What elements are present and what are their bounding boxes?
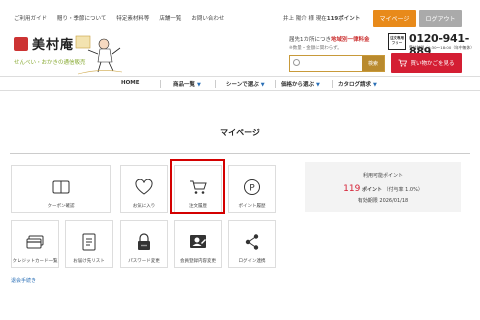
tile-login-link[interactable]: ログイン連携 xyxy=(228,220,276,268)
order-history-highlight xyxy=(170,159,225,214)
tel-hours: 受付時間／9:30～18:00（年中無休） xyxy=(409,45,475,50)
tile-login-link-label: ログイン連携 xyxy=(238,259,266,264)
chevron-down-icon: ▼ xyxy=(373,82,377,88)
link-gift[interactable]: 贈り・季節について xyxy=(57,14,106,22)
points-coin-icon: P xyxy=(243,178,261,196)
shipping-highlight: 地域別一律料金 xyxy=(331,37,370,43)
tile-card-list[interactable]: クレジットカード一覧 xyxy=(11,220,59,268)
tile-coupon-label: クーポン確認 xyxy=(47,204,75,209)
tile-favorites-label: お気に入り xyxy=(132,204,156,209)
top-utility-bar: ご利用ガイド 贈り・季節について 特定素材料等 店舗一覧 お問い合わせ 井上 陽… xyxy=(0,0,480,34)
svg-text:P: P xyxy=(249,184,255,194)
nav-price[interactable]: 価格から選ぶ ▼ xyxy=(281,80,320,88)
title-divider xyxy=(10,153,470,154)
nav-products[interactable]: 商品一覧 ▼ xyxy=(173,80,201,88)
tile-point-history-label: ポイント履歴 xyxy=(238,204,266,209)
cart-icon xyxy=(398,59,408,67)
nav-products-label: 商品一覧 xyxy=(173,82,196,88)
tile-member-info-label: 会員登録内容変更 xyxy=(180,259,216,264)
points-value: 119 xyxy=(343,184,361,194)
book-icon xyxy=(52,178,70,196)
heart-icon xyxy=(135,178,153,196)
tile-address-list-label: お届け先リスト xyxy=(73,259,105,264)
cart-button-label: 買い物かごを見る xyxy=(410,61,455,67)
nav-home-label: HOME xyxy=(121,80,140,86)
tel-badge-line2: フリー xyxy=(391,41,403,45)
user-edit-icon xyxy=(189,233,207,251)
nav-divider xyxy=(160,80,161,88)
chevron-down-icon: ▼ xyxy=(260,82,265,88)
svg-text:***: *** xyxy=(141,244,147,249)
nav-divider xyxy=(215,80,216,88)
points-current: 119ポイント xyxy=(326,16,361,22)
withdraw-link[interactable]: 退会手続き xyxy=(11,277,36,284)
tile-address-list[interactable]: お届け先リスト xyxy=(65,220,113,268)
tile-password-label: パスワード変更 xyxy=(128,259,160,264)
nav-divider xyxy=(275,80,276,88)
points-expiry-date: 2026/01/18 xyxy=(379,198,409,204)
tile-password[interactable]: *** パスワード変更 xyxy=(120,220,168,268)
points-expiry: 有効期限 2026/01/18 xyxy=(305,197,461,204)
credit-card-icon xyxy=(26,233,44,251)
points-prefix: 現在 xyxy=(315,16,327,22)
cart-button[interactable]: 買い物かごを見る xyxy=(391,53,462,73)
search-button[interactable]: 検索 xyxy=(362,56,384,71)
shipping-info: 届先1カ所につき地域別一律料金 xyxy=(289,35,370,43)
nav-home[interactable]: HOME xyxy=(121,80,140,86)
shipping-prefix: 届先1カ所につき xyxy=(289,37,331,43)
address-book-icon xyxy=(80,233,98,251)
points-value-line: 119 ポイント （付与率 1.0%） xyxy=(305,184,461,194)
user-name: 井上 陽介 様 xyxy=(283,16,314,22)
search-icon xyxy=(293,59,300,66)
nav-price-label: 価格から選ぶ xyxy=(281,82,315,88)
logo-seal-icon xyxy=(14,37,28,51)
points-summary: 利用可能ポイント 119 ポイント （付与率 1.0%） 有効期限 2026/0… xyxy=(305,162,461,212)
points-unit: ポイント xyxy=(361,187,382,193)
utility-links: ご利用ガイド 贈り・季節について 特定素材料等 店舗一覧 お問い合わせ xyxy=(14,14,224,22)
tile-point-history[interactable]: P ポイント履歴 xyxy=(228,165,276,213)
points-expiry-label: 有効期限 xyxy=(357,198,378,204)
nav-scene[interactable]: シーンで選ぶ ▼ xyxy=(226,80,265,88)
tel-badge: 注文専用 フリー xyxy=(388,33,406,50)
link-contact[interactable]: お問い合わせ xyxy=(191,14,224,22)
tile-card-list-label: クレジットカード一覧 xyxy=(12,259,58,264)
logo-brand: 美村庵 xyxy=(32,38,75,53)
chevron-down-icon: ▼ xyxy=(197,82,201,88)
mascot-illustration-icon xyxy=(75,35,123,75)
global-nav: HOME 商品一覧 ▼ シーンで選ぶ ▼ 価格から選ぶ ▼ カタログ請求 ▼ xyxy=(0,76,480,91)
points-rate: （付与率 1.0%） xyxy=(383,187,423,193)
link-guide[interactable]: ご利用ガイド xyxy=(14,14,47,22)
tile-favorites[interactable]: お気に入り xyxy=(120,165,168,213)
nav-catalog[interactable]: カタログ請求 ▼ xyxy=(338,80,377,88)
search-input[interactable] xyxy=(302,58,362,69)
nav-divider xyxy=(332,80,333,88)
logout-button[interactable]: ログアウト xyxy=(419,10,462,27)
link-stores[interactable]: 店舗一覧 xyxy=(159,14,181,22)
lock-icon: *** xyxy=(135,233,153,251)
tile-member-info[interactable]: 会員登録内容変更 xyxy=(174,220,222,268)
nav-scene-label: シーンで選ぶ xyxy=(226,82,259,88)
mypage-button[interactable]: マイページ xyxy=(373,10,416,27)
search-box: 検索 xyxy=(289,55,385,72)
nav-catalog-label: カタログ請求 xyxy=(338,82,372,88)
user-greeting: 井上 陽介 様 現在119ポイント xyxy=(283,14,360,22)
shipping-note: ※数量・金額に関わらず。 xyxy=(289,46,342,51)
link-materials[interactable]: 特定素材料等 xyxy=(116,14,149,22)
chevron-down-icon: ▼ xyxy=(316,82,320,88)
points-label: 利用可能ポイント xyxy=(362,173,403,179)
share-icon xyxy=(243,233,261,251)
page-title: マイページ xyxy=(220,128,260,137)
tile-coupon[interactable]: クーポン確認 xyxy=(11,165,111,213)
